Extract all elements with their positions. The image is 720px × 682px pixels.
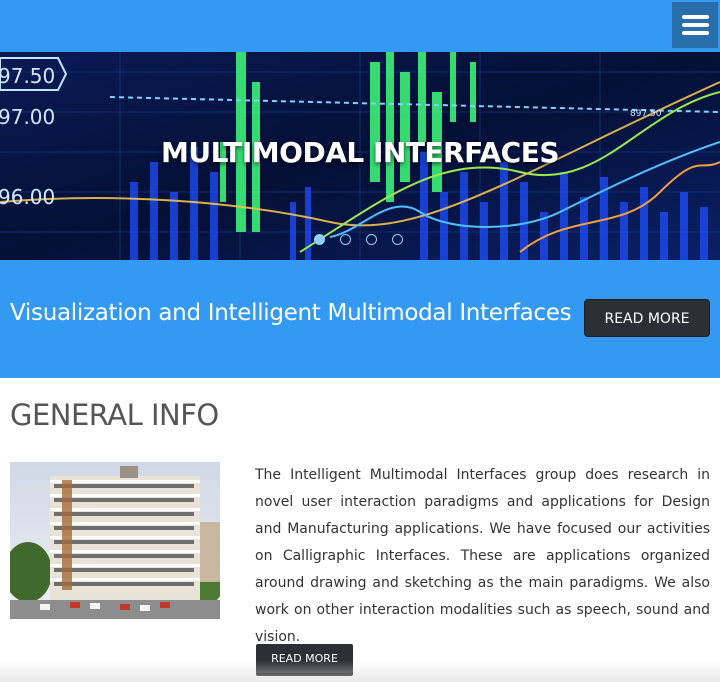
section-title: GENERAL INFO [10,398,219,432]
general-info-text: The Intelligent Multimodal Interfaces gr… [255,467,710,645]
hero-title: MULTIMODAL INTERFACES [160,136,560,169]
bottom-fade [0,660,720,682]
feature-banner: Visualization and Intelligent Multimodal… [0,260,720,378]
carousel-dot-4[interactable] [392,234,403,245]
price-label-2: 97.00 [0,105,55,129]
carousel-dot-3[interactable] [366,234,377,245]
hero-carousel[interactable]: 97.50 97.00 96.00 897.50 MULTIMODAL INTE… [0,52,720,260]
read-more-button[interactable]: READ MORE [584,299,710,337]
top-navbar [0,0,720,52]
carousel-dot-1[interactable] [314,234,325,245]
carousel-dot-2[interactable] [340,234,351,245]
banner-heading: Visualization and Intelligent Multimodal… [10,300,572,326]
price-label-4: 897.50 [630,109,662,119]
building-photo [10,462,220,619]
hamburger-menu-icon[interactable] [672,2,718,48]
price-label-1: 97.50 [0,64,55,88]
price-label-3: 96.00 [0,185,55,209]
